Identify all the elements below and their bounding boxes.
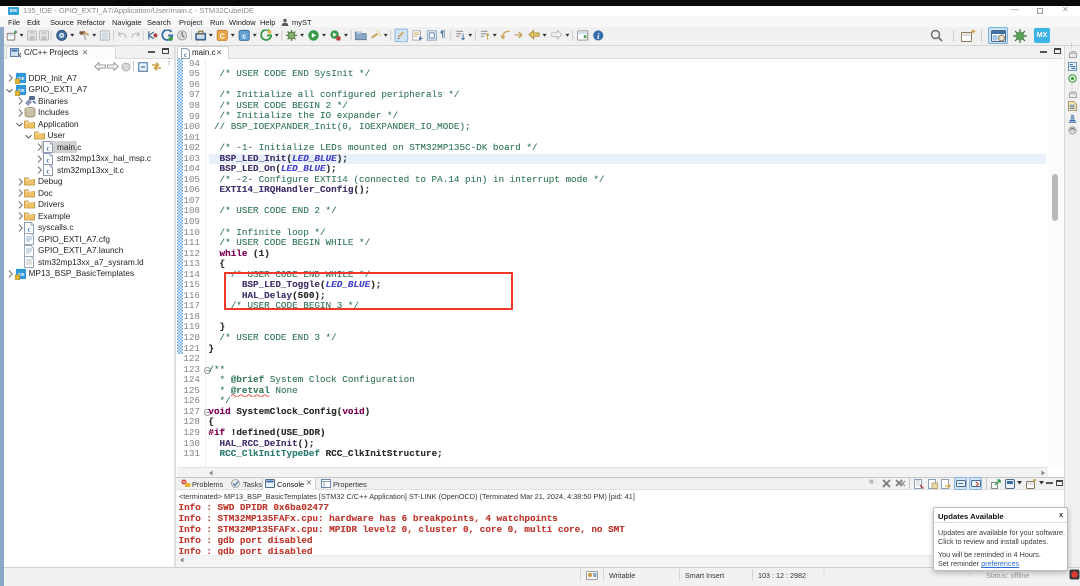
svg-text:C: C <box>19 53 21 59</box>
svg-text:c: c <box>184 51 187 59</box>
svg-text:c: c <box>46 145 49 153</box>
svg-text:c: c <box>46 156 49 164</box>
svg-text:c: c <box>46 168 49 176</box>
svg-text:c: c <box>27 225 30 233</box>
svg-text:c: c <box>242 31 246 40</box>
svg-text:C: C <box>219 31 225 40</box>
